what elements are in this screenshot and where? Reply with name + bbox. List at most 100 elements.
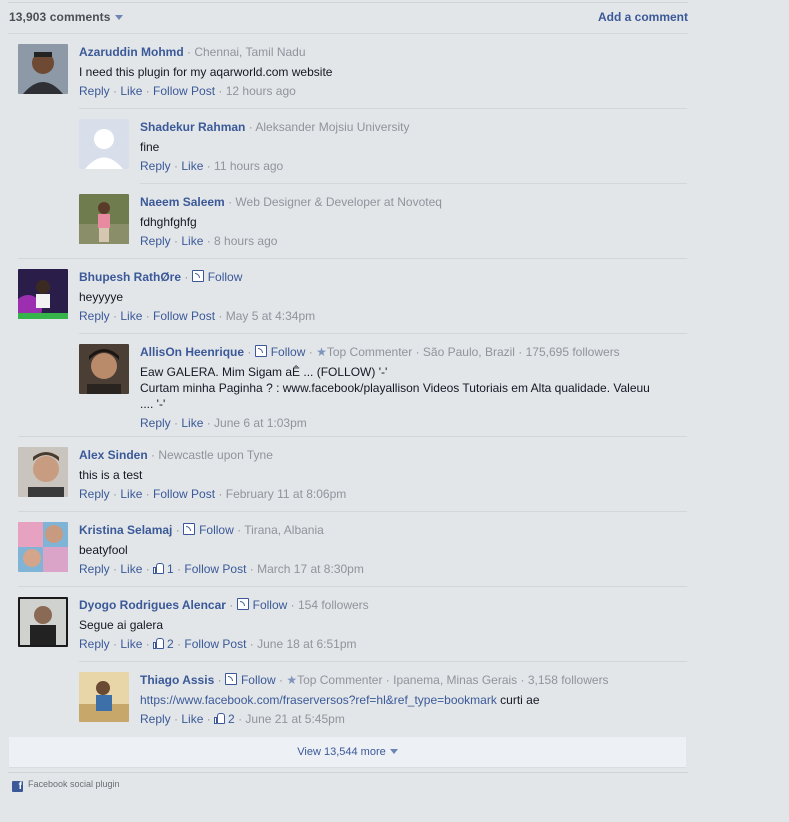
comment-divider bbox=[79, 108, 687, 109]
follow-rss-icon bbox=[183, 523, 196, 535]
like-count[interactable]: 1 bbox=[153, 562, 174, 576]
comment: Bhupesh RathØre · Follow heyyyye Reply ·… bbox=[18, 269, 688, 325]
timestamp[interactable]: June 18 at 6:51pm bbox=[257, 637, 356, 651]
footer-label[interactable]: Facebook social plugin bbox=[28, 779, 120, 789]
avatar[interactable] bbox=[18, 597, 68, 647]
timestamp[interactable]: 11 hours ago bbox=[214, 159, 283, 173]
follow-label: Follow bbox=[207, 270, 243, 284]
comment-count: 13,903 comments bbox=[9, 10, 111, 24]
follow-label: Follow bbox=[240, 673, 276, 687]
timestamp[interactable]: March 17 at 8:30pm bbox=[257, 562, 364, 576]
view-more-button[interactable]: View 13,544 more bbox=[9, 737, 686, 768]
avatar[interactable] bbox=[79, 344, 129, 394]
like-count-value: 2 bbox=[228, 712, 235, 726]
avatar[interactable] bbox=[79, 119, 129, 169]
commenter-meta: · Newcastle upon Tyne bbox=[151, 448, 273, 462]
follow-rss-icon bbox=[254, 345, 267, 357]
timestamp[interactable]: 12 hours ago bbox=[226, 84, 296, 98]
commenter-name[interactable]: Alex Sinden bbox=[79, 448, 148, 462]
comment-count-dropdown[interactable]: 13,903 comments bbox=[9, 10, 123, 24]
comment-divider bbox=[18, 436, 687, 437]
reply-link[interactable]: Reply bbox=[79, 84, 110, 98]
comment-divider bbox=[140, 183, 687, 184]
commenter-name[interactable]: Thiago Assis bbox=[140, 673, 214, 687]
commenter-meta: · Tirana, Albania bbox=[237, 523, 324, 537]
timestamp[interactable]: 8 hours ago bbox=[214, 234, 277, 248]
star-icon: ★ bbox=[316, 345, 327, 359]
comment-text-line: .... '-' bbox=[140, 397, 166, 411]
chevron-down-icon bbox=[114, 15, 123, 20]
like-link[interactable]: Like bbox=[181, 712, 203, 726]
comment: Alex Sinden · Newcastle upon Tyne this i… bbox=[18, 447, 688, 503]
like-count[interactable]: 2 bbox=[153, 637, 174, 651]
reply-link[interactable]: Reply bbox=[140, 416, 171, 430]
reply-link[interactable]: Reply bbox=[79, 487, 110, 501]
comment-text: I need this plugin for my aqarworld.com … bbox=[79, 65, 333, 79]
reply-link[interactable]: Reply bbox=[140, 712, 171, 726]
like-link[interactable]: Like bbox=[181, 159, 203, 173]
footer: f Facebook social plugin bbox=[12, 779, 120, 792]
follow-button[interactable]: Follow bbox=[236, 598, 287, 612]
commenter-name[interactable]: Bhupesh RathØre bbox=[79, 270, 181, 284]
avatar[interactable] bbox=[18, 269, 68, 319]
commenter-name[interactable]: Naeem Saleem bbox=[140, 195, 225, 209]
comment-text: https://www.facebook.com/fraserversos?re… bbox=[140, 692, 687, 708]
like-link[interactable]: Like bbox=[120, 637, 142, 651]
reply-comment: Thiago Assis · Follow · ★Top Commenter ·… bbox=[79, 672, 687, 728]
follow-label: Follow bbox=[270, 345, 306, 359]
commenter-meta: · Web Designer & Developer at Novoteq bbox=[228, 195, 442, 209]
chevron-down-icon bbox=[389, 749, 398, 754]
avatar[interactable] bbox=[18, 44, 68, 94]
reply-link[interactable]: Reply bbox=[140, 159, 171, 173]
like-link[interactable]: Like bbox=[120, 487, 142, 501]
like-thumb-icon bbox=[153, 638, 165, 649]
commenter-name[interactable]: Kristina Selamaj bbox=[79, 523, 172, 537]
commenter-name[interactable]: Azaruddin Mohmd bbox=[79, 45, 184, 59]
like-link[interactable]: Like bbox=[120, 84, 142, 98]
like-link[interactable]: Like bbox=[120, 562, 142, 576]
reply-link[interactable]: Reply bbox=[79, 637, 110, 651]
header-divider bbox=[8, 33, 688, 34]
reply-link[interactable]: Reply bbox=[79, 309, 110, 323]
comment-url-link[interactable]: https://www.facebook.com/fraserversos?re… bbox=[140, 693, 497, 707]
follow-button[interactable]: Follow bbox=[254, 345, 306, 359]
like-link[interactable]: Like bbox=[120, 309, 142, 323]
follow-post-link[interactable]: Follow Post bbox=[184, 562, 246, 576]
avatar[interactable] bbox=[79, 194, 129, 244]
add-comment-link[interactable]: Add a comment bbox=[598, 10, 688, 24]
top-divider bbox=[8, 2, 688, 3]
like-thumb-icon bbox=[153, 563, 165, 574]
reply-link[interactable]: Reply bbox=[140, 234, 171, 248]
follow-post-link[interactable]: Follow Post bbox=[153, 487, 215, 501]
comment-text-line: Eaw GALERA. Mim Sigam aÊ ... (FOLLOW) '-… bbox=[140, 365, 388, 379]
comment-text: this is a test bbox=[79, 468, 143, 482]
like-count-value: 1 bbox=[167, 562, 174, 576]
timestamp[interactable]: June 21 at 5:45pm bbox=[245, 712, 344, 726]
reply-link[interactable]: Reply bbox=[79, 562, 110, 576]
follow-post-link[interactable]: Follow Post bbox=[153, 84, 215, 98]
timestamp[interactable]: February 11 at 8:06pm bbox=[226, 487, 347, 501]
timestamp[interactable]: May 5 at 4:34pm bbox=[226, 309, 315, 323]
comment-text: Eaw GALERA. Mim Sigam aÊ ... (FOLLOW) '-… bbox=[140, 364, 687, 412]
follow-button[interactable]: Follow bbox=[183, 523, 234, 537]
commenter-name[interactable]: AllisOn Heenrique bbox=[140, 345, 244, 359]
follow-post-link[interactable]: Follow Post bbox=[153, 309, 215, 323]
like-count[interactable]: 2 bbox=[214, 712, 235, 726]
commenter-meta: · Aleksander Mojsiu University bbox=[248, 120, 410, 134]
commenter-name[interactable]: Dyogo Rodrigues Alencar bbox=[79, 598, 226, 612]
commenter-meta: · 154 followers bbox=[290, 598, 369, 612]
reply-comment: AllisOn Heenrique · Follow · ★Top Commen… bbox=[79, 344, 687, 430]
timestamp[interactable]: June 6 at 1:03pm bbox=[214, 416, 307, 430]
comment-divider bbox=[18, 586, 687, 587]
like-link[interactable]: Like bbox=[181, 234, 203, 248]
like-link[interactable]: Like bbox=[181, 416, 203, 430]
commenter-name[interactable]: Shadekur Rahman bbox=[140, 120, 245, 134]
avatar[interactable] bbox=[18, 522, 68, 572]
follow-rss-icon bbox=[224, 673, 237, 685]
follow-post-link[interactable]: Follow Post bbox=[184, 637, 246, 651]
avatar[interactable] bbox=[79, 672, 129, 722]
follow-button[interactable]: Follow bbox=[224, 673, 276, 687]
follow-button[interactable]: Follow bbox=[191, 270, 243, 284]
avatar[interactable] bbox=[18, 447, 68, 497]
view-more-label: View 13,544 more bbox=[297, 746, 386, 758]
